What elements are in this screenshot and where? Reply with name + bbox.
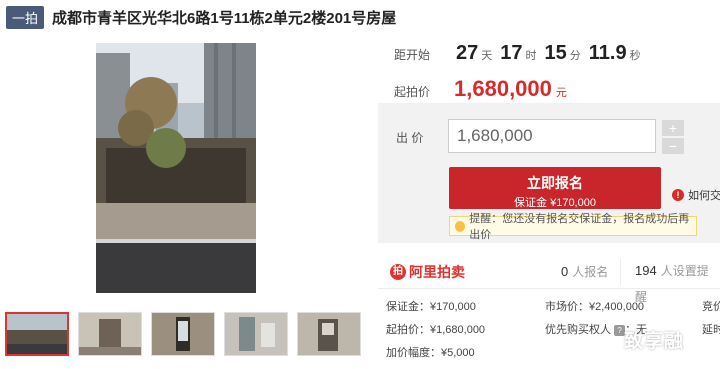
delay-info-col: 延时 bbox=[702, 324, 720, 336]
countdown-label: 距开始 bbox=[394, 48, 431, 62]
start-price-value: 1,680,000 bbox=[454, 76, 552, 101]
deposit-info: 保证金：¥170,000 bbox=[386, 301, 476, 313]
bid-amount-input[interactable]: 1,680,000 bbox=[448, 119, 656, 153]
title-bar: 一拍 成都市青羊区光华北6路1号11栋2单元2楼201号房屋 bbox=[6, 6, 396, 29]
signup-label: 立即报名 bbox=[527, 175, 583, 191]
bid-info-col: 竞价 bbox=[702, 301, 720, 313]
thumbnail-4[interactable] bbox=[224, 312, 288, 356]
property-photo-image bbox=[96, 43, 256, 293]
reminder-count-value: 194 bbox=[635, 263, 657, 278]
thumbnail-1[interactable] bbox=[5, 312, 69, 356]
increment-info: 加价幅度：¥5,000 bbox=[386, 347, 475, 359]
how-to-pay-label: 如何交 bbox=[688, 190, 720, 202]
main-property-photo[interactable] bbox=[96, 43, 256, 293]
signup-count-label: 人报名 bbox=[572, 265, 609, 279]
seconds-unit: 秒 bbox=[629, 50, 641, 62]
days-unit: 天 bbox=[481, 50, 493, 62]
countdown-hours: 17 bbox=[500, 42, 523, 64]
page-title: 成都市青羊区光华北6路1号11栋2单元2楼201号房屋 bbox=[52, 10, 397, 27]
signup-button[interactable]: 立即报名 保证金 ¥170,000 bbox=[449, 167, 661, 209]
auction-logo-icon: 拍 bbox=[390, 264, 406, 280]
start-price-label: 起拍价 bbox=[394, 85, 431, 99]
deposit-label: 保证金 ¥170,000 bbox=[514, 197, 596, 209]
bid-label: 出 价 bbox=[396, 131, 424, 145]
thumbnail-2[interactable] bbox=[78, 312, 142, 356]
lightbulb-icon bbox=[455, 220, 466, 232]
signup-count-value: 0 bbox=[561, 264, 569, 279]
market-price-info: 市场价：¥2,400,000 bbox=[545, 301, 645, 313]
countdown-row: 距开始 27 天 17 时 15 分 11.9 秒 bbox=[394, 42, 649, 65]
reminder-text: 提醒：您还没有报名交保证金，报名成功后再出价 bbox=[469, 213, 690, 241]
decrease-bid-button[interactable]: − bbox=[662, 138, 684, 154]
increase-bid-button[interactable]: + bbox=[662, 120, 684, 136]
thumbnail-5[interactable] bbox=[297, 312, 361, 356]
info-icon: ! bbox=[672, 189, 684, 201]
countdown-days: 27 bbox=[456, 42, 479, 64]
start-price-unit: 元 bbox=[555, 87, 567, 99]
signup-count: 0 人报名 bbox=[561, 263, 608, 280]
how-to-pay-link[interactable]: ! 如何交 bbox=[672, 187, 720, 203]
alibaba-auction-logo: 拍 阿里拍卖 bbox=[390, 262, 465, 282]
thumbnail-3[interactable] bbox=[151, 312, 215, 356]
start-price-row: 起拍价 1,680,000 元 bbox=[394, 76, 567, 102]
minutes-unit: 分 bbox=[569, 50, 581, 62]
logo-text: 阿里拍卖 bbox=[409, 264, 465, 280]
countdown-minutes: 15 bbox=[544, 42, 567, 64]
start-price-info: 起拍价：¥1,680,000 bbox=[386, 324, 486, 336]
reminder-count: 194 人设置提醒 bbox=[620, 258, 720, 304]
hours-unit: 时 bbox=[525, 50, 537, 62]
photo-thumbnails bbox=[5, 312, 361, 356]
stats-bar: 拍 阿里拍卖 0 人报名 194 人设置提醒 bbox=[378, 258, 720, 304]
watermark: 致享融 bbox=[624, 331, 685, 352]
countdown-seconds: 11.9 bbox=[588, 42, 627, 64]
reminder-tip: 提醒：您还没有报名交保证金，报名成功后再出价 bbox=[449, 213, 697, 241]
auction-round-tag: 一拍 bbox=[6, 6, 45, 29]
priority-label: 优先购买权人 bbox=[545, 324, 611, 336]
